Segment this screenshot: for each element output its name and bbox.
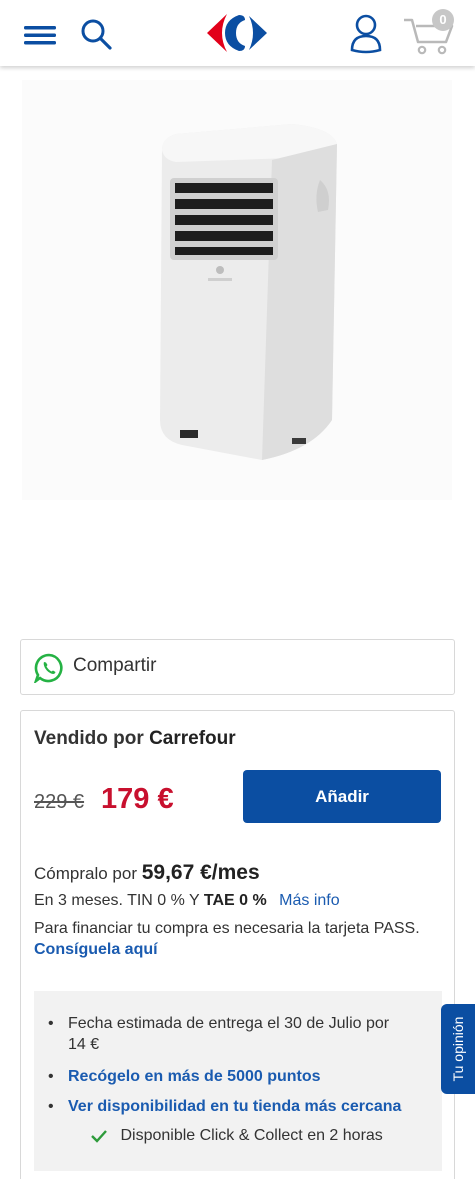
more-info-link[interactable]: Más info	[279, 892, 339, 909]
search-icon[interactable]	[78, 16, 114, 52]
delivery-info: Fecha estimada de entrega el 30 de Julio…	[34, 991, 442, 1171]
delivery-estimate: Fecha estimada de entrega el 30 de Julio…	[48, 1013, 400, 1055]
get-card-link[interactable]: Consíguela aquí	[34, 941, 158, 958]
store-availability-link[interactable]: Ver disponibilidad en tu tienda más cerc…	[50, 1096, 401, 1117]
user-icon[interactable]	[346, 12, 386, 54]
old-price: 229 €	[34, 791, 85, 813]
product-image-area[interactable]	[22, 80, 452, 500]
financing-terms: En 3 meses. TIN 0 % Y TAE 0 % Más info	[34, 892, 340, 910]
financing-terms-text: En 3 meses. TIN 0 % Y	[34, 892, 200, 909]
check-icon	[91, 1129, 107, 1143]
pickup-points-link[interactable]: Recógelo en más de 5000 puntos	[50, 1066, 321, 1087]
store-availability[interactable]: Ver disponibilidad en tu tienda más cerc…	[48, 1096, 401, 1117]
card-note-text: Para financiar tu compra es necesaria la…	[34, 920, 420, 937]
current-price: 179 €	[101, 783, 174, 815]
carrefour-logo[interactable]	[203, 10, 269, 56]
feedback-tab-label[interactable]: Tu opinión	[450, 1017, 466, 1082]
sold-by-prefix: Vendido por	[34, 728, 144, 749]
monthly-amount: 59,67 €/mes	[141, 861, 260, 884]
air-conditioner-product-image[interactable]	[142, 120, 352, 465]
click-collect-status: Disponible Click & Collect en 2 horas	[90, 1127, 383, 1145]
financing-prefix: Cómpralo por	[34, 864, 137, 883]
whatsapp-icon[interactable]	[34, 653, 64, 683]
tae-label: TAE 0 %	[203, 892, 267, 909]
share-label[interactable]: Compartir	[73, 655, 156, 677]
feedback-tab[interactable]: Tu opinión	[441, 1004, 475, 1094]
purchase-box: Vendido por Carrefour 229 € 179 € Añadir…	[20, 710, 455, 1179]
add-to-cart-button[interactable]: Añadir	[243, 770, 441, 823]
financing-monthly: Cómpralo por 59,67 €/mes	[34, 861, 260, 885]
click-collect-text: Disponible Click & Collect en 2 horas	[120, 1127, 383, 1144]
financing-card-note: Para financiar tu compra es necesaria la…	[34, 918, 434, 960]
delivery-estimate-text: Fecha estimada de entrega el 30 de Julio…	[68, 1015, 390, 1053]
pickup-points[interactable]: Recógelo en más de 5000 puntos	[48, 1066, 321, 1087]
share-box[interactable]: Compartir	[20, 639, 455, 695]
sold-by: Vendido por Carrefour	[34, 728, 236, 750]
menu-icon[interactable]	[22, 20, 58, 50]
top-header: 0	[0, 0, 475, 66]
seller-name: Carrefour	[149, 728, 236, 749]
cart-count-badge[interactable]: 0	[432, 9, 454, 31]
